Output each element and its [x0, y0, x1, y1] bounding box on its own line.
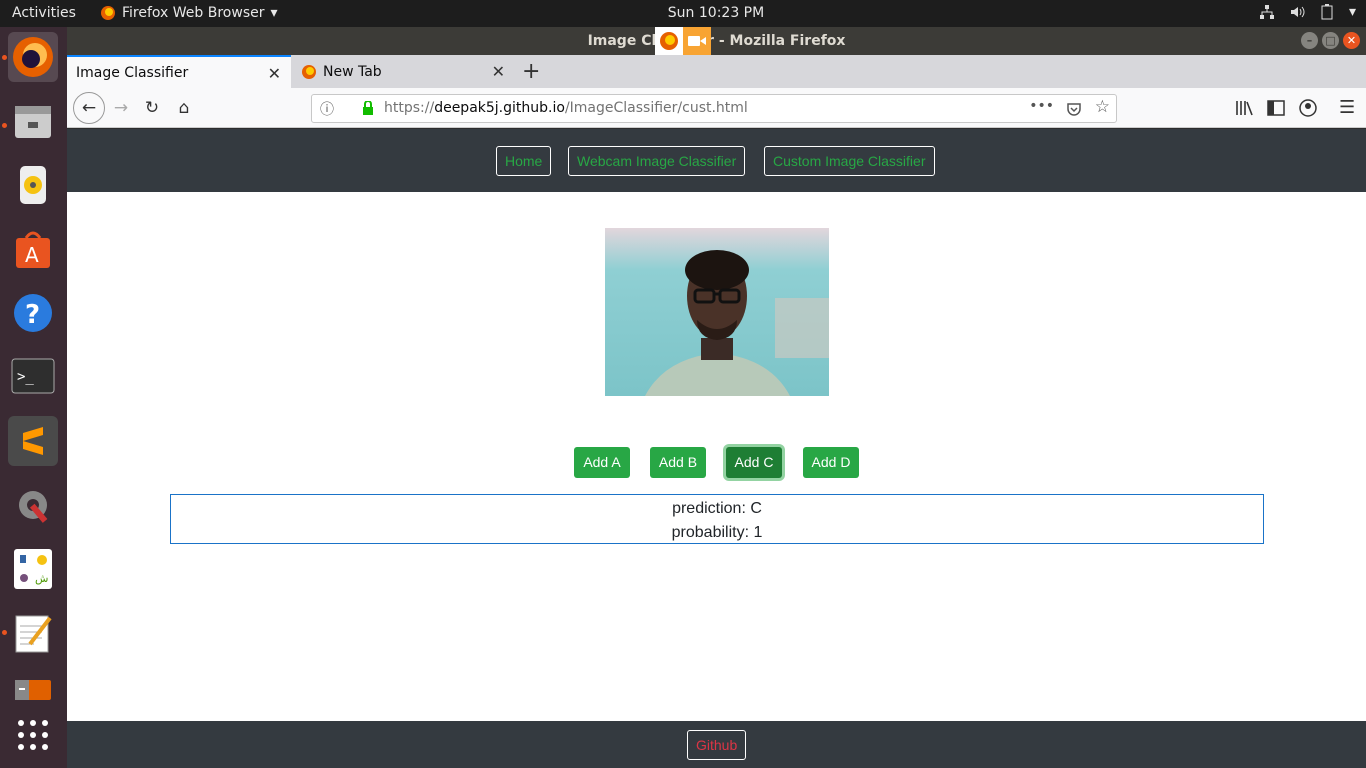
network-icon: [1259, 5, 1274, 19]
dock-drive-icon[interactable]: [8, 664, 58, 714]
dock-terminal-icon[interactable]: >_: [8, 352, 58, 402]
clock[interactable]: Sun 10:23 PM: [0, 5, 1366, 21]
maximize-button[interactable]: □: [1322, 32, 1339, 49]
tab-label: New Tab: [323, 63, 382, 80]
camera-icon: [683, 27, 711, 55]
back-arrow-icon[interactable]: ←: [73, 92, 105, 124]
battery-icon: [1321, 4, 1333, 20]
dock-software-icon[interactable]: A: [8, 224, 58, 274]
tab-strip: Image Classifier ✕ New Tab ✕ +: [67, 55, 1366, 88]
running-indicator: [2, 123, 7, 128]
home-icon[interactable]: ⌂: [170, 94, 198, 122]
prediction-result-box: prediction: C probability: 1: [170, 494, 1264, 544]
dock-firefox-icon[interactable]: [8, 32, 58, 82]
bookmark-star-icon[interactable]: ☆: [1095, 97, 1110, 117]
nav-webcam-classifier-link[interactable]: Webcam Image Classifier: [568, 146, 746, 176]
library-icon[interactable]: [1235, 100, 1253, 116]
add-b-button[interactable]: Add B: [650, 447, 706, 478]
firefox-favicon-icon: [302, 64, 316, 79]
dock-files-icon[interactable]: [8, 96, 58, 146]
dock-help-icon[interactable]: ?: [8, 288, 58, 338]
svg-text:ش: ش: [35, 572, 48, 585]
webcam-video: [605, 228, 829, 396]
running-indicator: [2, 55, 7, 60]
hamburger-menu-icon[interactable]: ☰: [1339, 97, 1355, 118]
add-c-button[interactable]: Add C: [726, 447, 782, 478]
ubuntu-dock: A ? >_ ش: [0, 27, 67, 768]
dock-language-icon[interactable]: ش: [8, 544, 58, 594]
lock-icon[interactable]: [362, 101, 374, 115]
reload-icon[interactable]: ↻: [138, 94, 166, 122]
pocket-icon[interactable]: [1066, 101, 1082, 117]
close-window-button[interactable]: ✕: [1343, 32, 1360, 49]
site-navbar: Home Webcam Image Classifier Custom Imag…: [67, 129, 1366, 192]
tab-image-classifier[interactable]: Image Classifier ✕: [67, 55, 291, 88]
system-menu-chevron-icon: ▾: [1348, 4, 1356, 20]
url-bar[interactable]: ⓘ https://deepak5j.github.io/ImageClassi…: [311, 94, 1117, 123]
window-titlebar[interactable]: Image Classifier - Mozilla Firefox – □ ✕: [67, 27, 1366, 55]
dock-sublime-icon[interactable]: [8, 416, 58, 466]
screen-sharing-indicator[interactable]: [655, 27, 711, 55]
add-d-button[interactable]: Add D: [803, 447, 859, 478]
add-a-button[interactable]: Add A: [574, 447, 630, 478]
nav-home-link[interactable]: Home: [496, 146, 552, 176]
window-title: Image Classifier - Mozilla Firefox: [587, 33, 846, 49]
navigation-toolbar: ← → ↻ ⌂ ⓘ https://deepak5j.github.io/Ima…: [67, 88, 1366, 128]
svg-text:A: A: [25, 243, 39, 267]
url-text[interactable]: https://deepak5j.github.io/ImageClassifi…: [384, 100, 748, 116]
tab-label: Image Classifier: [76, 64, 189, 81]
close-tab-icon[interactable]: ✕: [492, 62, 505, 81]
forward-arrow-icon[interactable]: →: [107, 94, 135, 122]
nav-custom-classifier-link[interactable]: Custom Image Classifier: [764, 146, 935, 176]
show-applications-icon[interactable]: [8, 710, 58, 760]
close-tab-icon[interactable]: ✕: [268, 64, 281, 83]
svg-text:>_: >_: [17, 369, 34, 385]
sidebar-icon[interactable]: [1267, 100, 1285, 116]
account-icon[interactable]: [1299, 99, 1317, 117]
dock-settings-icon[interactable]: [8, 480, 58, 530]
prediction-text: prediction: C: [672, 500, 762, 517]
tab-new-tab[interactable]: New Tab ✕: [293, 55, 515, 88]
sharing-firefox-icon: [655, 27, 683, 55]
system-tray[interactable]: ▾: [1259, 4, 1356, 20]
svg-text:?: ?: [25, 300, 40, 330]
info-icon[interactable]: ⓘ: [320, 99, 334, 119]
minimize-button[interactable]: –: [1301, 32, 1318, 49]
github-link[interactable]: Github: [687, 730, 747, 760]
volume-icon: [1290, 6, 1305, 18]
system-top-bar: Activities Firefox Web Browser ▾ Sun 10:…: [0, 0, 1366, 27]
running-indicator: [2, 630, 7, 635]
dock-rhythmbox-icon[interactable]: [8, 160, 58, 210]
new-tab-plus-icon[interactable]: +: [522, 59, 540, 84]
probability-text: probability: 1: [671, 524, 763, 541]
page-actions-icon[interactable]: •••: [1029, 98, 1054, 114]
site-footer: Github: [67, 721, 1366, 768]
web-page: Home Webcam Image Classifier Custom Imag…: [67, 129, 1366, 768]
dock-text-editor-icon[interactable]: [8, 608, 58, 658]
